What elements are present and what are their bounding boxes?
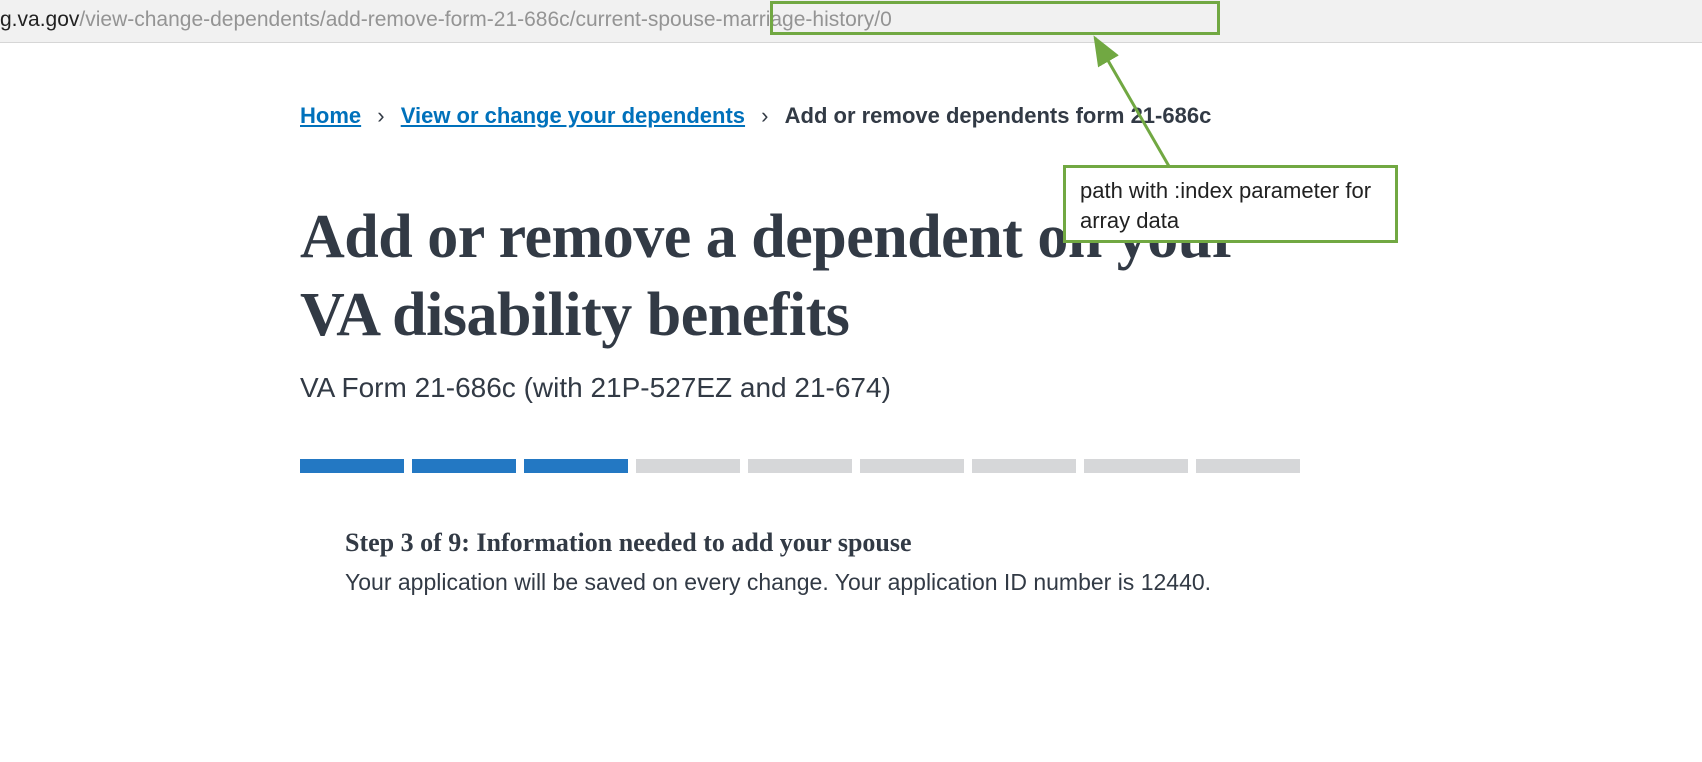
progress-segment [636,459,740,473]
step-title: Step 3 of 9: Information needed to add y… [345,528,1300,558]
progress-segment [1196,459,1300,473]
breadcrumb-separator: › [761,103,768,129]
breadcrumb-current: Add or remove dependents form 21-686c [785,103,1212,128]
url-bar[interactable]: g.va.gov/view-change-dependents/add-remo… [0,0,1702,43]
annotation-label: path with :index parameter for array dat… [1063,165,1398,243]
progress-segment [412,459,516,473]
progress-segment [972,459,1076,473]
breadcrumb-home-link[interactable]: Home [300,103,361,128]
annotation-label-text: path with :index parameter for array dat… [1080,178,1371,233]
breadcrumb-separator: › [377,103,384,129]
breadcrumb-dependents-link[interactable]: View or change your dependents [401,103,745,128]
progress-segment [300,459,404,473]
progress-segment [860,459,964,473]
progress-segment [748,459,852,473]
progress-segment [524,459,628,473]
step-section: Step 3 of 9: Information needed to add y… [300,528,1300,599]
page-subtitle: VA Form 21-686c (with 21P-527EZ and 21-6… [300,372,1300,404]
url-domain: g.va.gov [0,8,79,31]
breadcrumb: Home › View or change your dependents › … [300,103,1300,129]
progress-bar [300,459,1300,473]
step-description: Your application will be saved on every … [345,566,1300,599]
progress-segment [1084,459,1188,473]
url-path: /view-change-dependents/add-remove-form-… [79,8,891,31]
main-content: Home › View or change your dependents › … [0,43,1300,679]
